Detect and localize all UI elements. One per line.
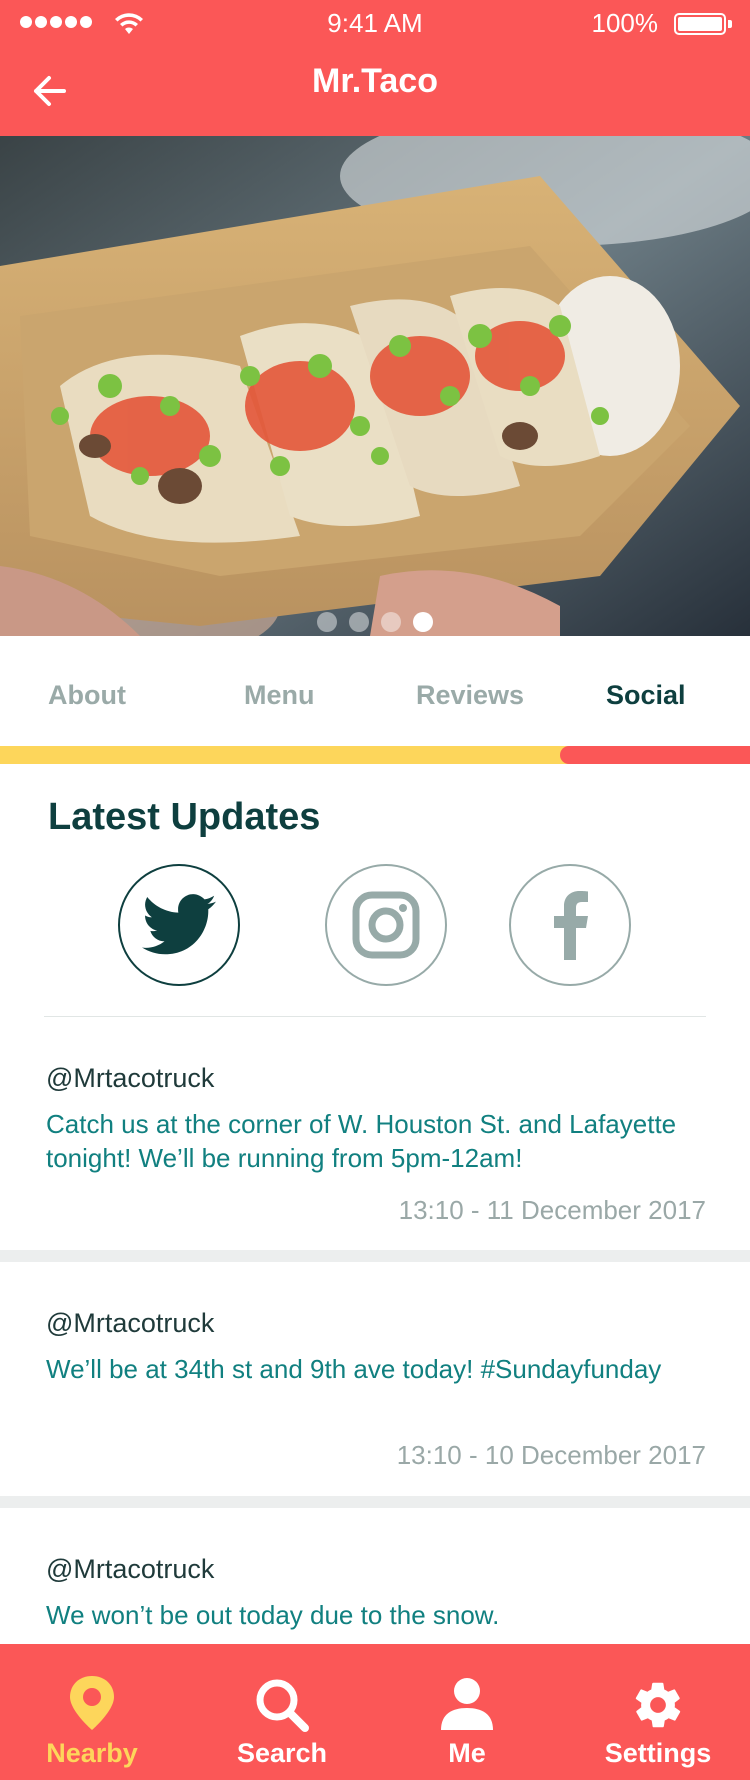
post-timestamp: 13:10 - 11 December 2017 (398, 1195, 706, 1225)
nav-search[interactable]: Search (212, 1644, 352, 1780)
post-separator (0, 1250, 750, 1262)
instagram-button[interactable] (325, 864, 447, 986)
twitter-button[interactable] (118, 864, 240, 986)
tab-social[interactable]: Social (606, 680, 686, 711)
tab-indicator (560, 746, 750, 764)
post-handle[interactable]: @Mrtacotruck (46, 1554, 214, 1585)
carousel-dot[interactable] (349, 612, 369, 632)
nav-nearby[interactable]: Nearby (20, 1644, 164, 1780)
facebook-button[interactable] (509, 864, 631, 986)
carousel-pagination[interactable] (0, 612, 750, 632)
battery-tip (728, 20, 732, 28)
gear-icon (635, 1682, 681, 1728)
tab-menu[interactable]: Menu (244, 680, 315, 711)
twitter-icon (142, 894, 216, 955)
post-handle[interactable]: @Mrtacotruck (46, 1308, 214, 1339)
user-icon (441, 1678, 493, 1730)
carousel-dot-active[interactable] (413, 612, 433, 632)
nav-settings-label: Settings (604, 1738, 712, 1768)
post-timestamp: 13:10 - 10 December 2017 (396, 1440, 706, 1470)
social-post[interactable]: @Mrtacotruck We’ll be at 34th st and 9th… (0, 1262, 750, 1496)
nav-me-label: Me (448, 1738, 486, 1768)
tacos-photo-icon (0, 136, 750, 636)
post-separator (0, 1496, 750, 1508)
nav-nearby-label: Nearby (46, 1738, 138, 1768)
instagram-icon (352, 891, 420, 959)
post-text: Catch us at the corner of W. Houston St.… (46, 1109, 677, 1173)
nav-settings[interactable]: Settings (586, 1644, 730, 1780)
tab-about[interactable]: About (48, 680, 126, 711)
social-post[interactable]: @Mrtacotruck We won’t be out today due t… (0, 1508, 750, 1644)
battery-icon (674, 13, 726, 35)
map-pin-icon (70, 1676, 114, 1730)
bottom-navigation: Nearby Search Me Settings (0, 1644, 750, 1780)
tab-bar: About Menu Reviews Social (0, 636, 750, 746)
nav-me[interactable]: Me (400, 1644, 534, 1780)
section-title: Latest Updates (48, 796, 321, 838)
hero-photo[interactable] (0, 136, 750, 636)
social-post[interactable]: @Mrtacotruck Catch us at the corner of W… (0, 1017, 750, 1250)
carousel-dot[interactable] (317, 612, 337, 632)
status-bar: 9:41 AM 100% (0, 0, 750, 48)
battery-percent: 100% (591, 8, 659, 38)
search-icon (256, 1679, 309, 1732)
carousel-dot[interactable] (381, 612, 401, 632)
post-text: We’ll be at 34th st and 9th ave today! #… (46, 1354, 662, 1384)
top-navigation-bar: Mr.Taco (0, 48, 750, 136)
nav-search-label: Search (236, 1738, 328, 1768)
post-handle[interactable]: @Mrtacotruck (46, 1063, 214, 1094)
post-text: We won’t be out today due to the snow. (46, 1600, 500, 1630)
page-title: Mr.Taco (312, 62, 438, 100)
tab-reviews[interactable]: Reviews (416, 680, 524, 711)
facebook-icon (554, 891, 588, 960)
